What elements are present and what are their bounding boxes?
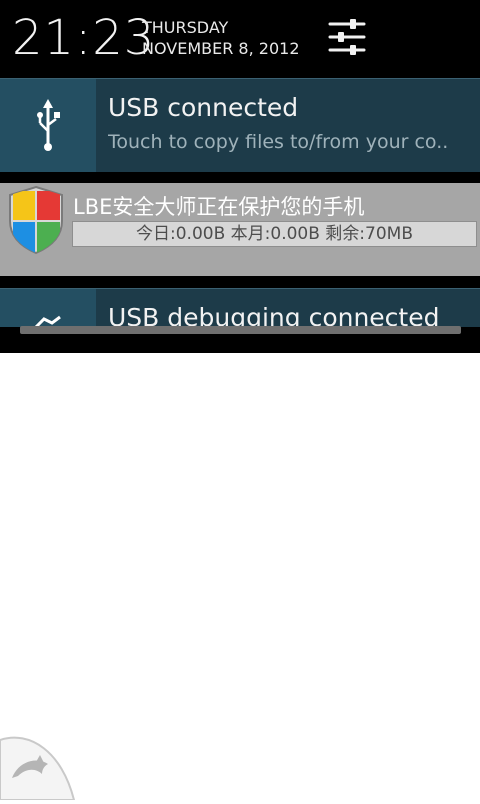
date-block: THURSDAY NOVEMBER 8, 2012 xyxy=(142,17,300,59)
quick-settings-sliders-icon xyxy=(328,19,366,55)
data-usage-bar: 今日:0.00B 本月:0.00B 剩余:70MB xyxy=(72,221,477,247)
dolphin-corner-button[interactable] xyxy=(0,722,76,801)
notification-usb-connected[interactable]: USB connected Touch to copy files to/fro… xyxy=(0,78,480,172)
notification-title: LBE安全大师正在保护您的手机 xyxy=(73,195,365,219)
notification-icon-area xyxy=(0,79,96,172)
date: NOVEMBER 8, 2012 xyxy=(142,39,300,58)
shade-drag-handle[interactable] xyxy=(20,326,461,334)
notification-text: Touch to copy files to/from your co.. xyxy=(108,131,449,153)
notification-title: USB debugging connected xyxy=(108,303,440,327)
notification-icon-area xyxy=(0,289,96,327)
clock: 21:23 xyxy=(12,10,156,66)
notification-title: USB connected xyxy=(108,93,299,122)
weekday: THURSDAY xyxy=(142,18,229,37)
usb-debug-icon xyxy=(34,315,61,327)
shield-icon xyxy=(9,185,63,255)
dolphin-icon xyxy=(0,736,76,801)
usb-icon xyxy=(37,99,60,151)
quick-settings-button[interactable] xyxy=(320,10,374,64)
notification-usb-debugging[interactable]: USB debugging connected xyxy=(0,288,480,327)
notification-lbe-security[interactable]: LBE安全大师正在保护您的手机 今日:0.00B 本月:0.00B 剩余:70M… xyxy=(0,183,480,276)
notification-shade: 21:23 THURSDAY NOVEMBER 8, 2012 USB conn… xyxy=(0,0,480,353)
status-header: 21:23 THURSDAY NOVEMBER 8, 2012 xyxy=(0,0,480,77)
